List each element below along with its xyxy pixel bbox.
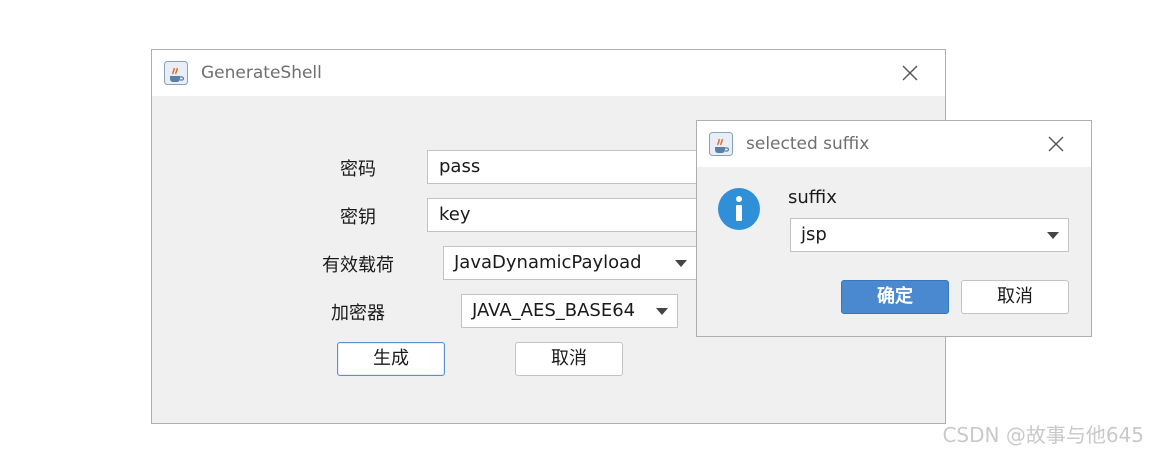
ok-button[interactable]: 确定 <box>841 280 949 314</box>
encryptor-selected-value: JAVA_AES_BASE64 <box>472 300 636 321</box>
window-title: GenerateShell <box>201 63 322 83</box>
generate-button[interactable]: 生成 <box>337 342 445 376</box>
close-button[interactable] <box>896 59 924 87</box>
key-label: 密钥 <box>340 207 376 228</box>
cancel-button[interactable]: 取消 <box>515 342 623 376</box>
encryptor-select[interactable]: JAVA_AES_BASE64 <box>461 294 678 328</box>
title-bar[interactable]: GenerateShell <box>152 50 945 96</box>
dropdown-arrow-icon <box>656 308 668 315</box>
payload-select[interactable]: JavaDynamicPayload <box>443 246 697 280</box>
info-icon <box>718 188 760 230</box>
java-cup-icon <box>164 61 188 85</box>
suffix-select[interactable]: jsp <box>790 218 1069 252</box>
watermark: CSDN @故事与他645 <box>942 423 1144 447</box>
selected-suffix-dialog: selected suffix suffix jsp 确定 取消 <box>696 120 1092 337</box>
dialog-title: selected suffix <box>746 134 870 154</box>
close-icon <box>902 65 918 81</box>
dropdown-arrow-icon <box>1047 232 1059 239</box>
payload-selected-value: JavaDynamicPayload <box>454 252 642 273</box>
dropdown-arrow-icon <box>675 260 687 267</box>
java-cup-icon <box>709 132 733 156</box>
dialog-close-button[interactable] <box>1042 130 1070 158</box>
suffix-prompt: suffix <box>788 187 837 208</box>
password-label: 密码 <box>340 159 376 180</box>
payload-label: 有效载荷 <box>322 255 394 276</box>
suffix-selected-value: jsp <box>801 224 827 245</box>
dialog-title-bar[interactable]: selected suffix <box>697 121 1091 167</box>
encryptor-label: 加密器 <box>331 303 385 324</box>
dialog-cancel-button[interactable]: 取消 <box>961 280 1069 314</box>
close-icon <box>1048 136 1064 152</box>
